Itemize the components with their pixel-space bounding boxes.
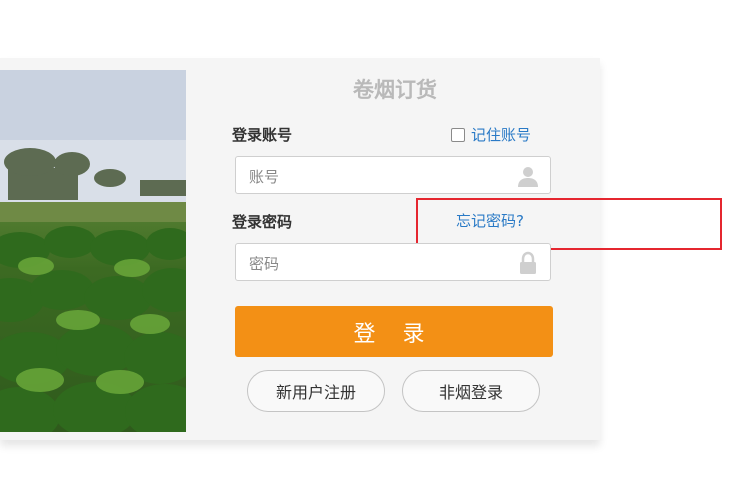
password-input[interactable]: 密码 xyxy=(235,243,551,281)
login-button[interactable]: 登 录 xyxy=(235,306,553,357)
password-placeholder: 密码 xyxy=(249,255,280,273)
account-input[interactable]: 账号 xyxy=(235,156,551,194)
page-title: 卷烟订货 xyxy=(353,78,437,102)
remember-label[interactable]: 记住账号 xyxy=(471,124,531,145)
tobacco-field-image xyxy=(0,70,186,432)
remember-checkbox[interactable] xyxy=(451,127,465,142)
register-button[interactable]: 新用户注册 xyxy=(247,370,385,412)
lock-icon xyxy=(520,251,536,274)
user-icon xyxy=(518,167,538,187)
tobacco-field-illustration xyxy=(0,70,186,432)
remember-account[interactable]: 记住账号 xyxy=(451,124,531,145)
non-tobacco-login-button[interactable]: 非烟登录 xyxy=(402,370,540,412)
account-label: 登录账号 xyxy=(232,126,293,144)
password-label: 登录密码 xyxy=(232,213,293,231)
account-placeholder: 账号 xyxy=(249,168,280,186)
